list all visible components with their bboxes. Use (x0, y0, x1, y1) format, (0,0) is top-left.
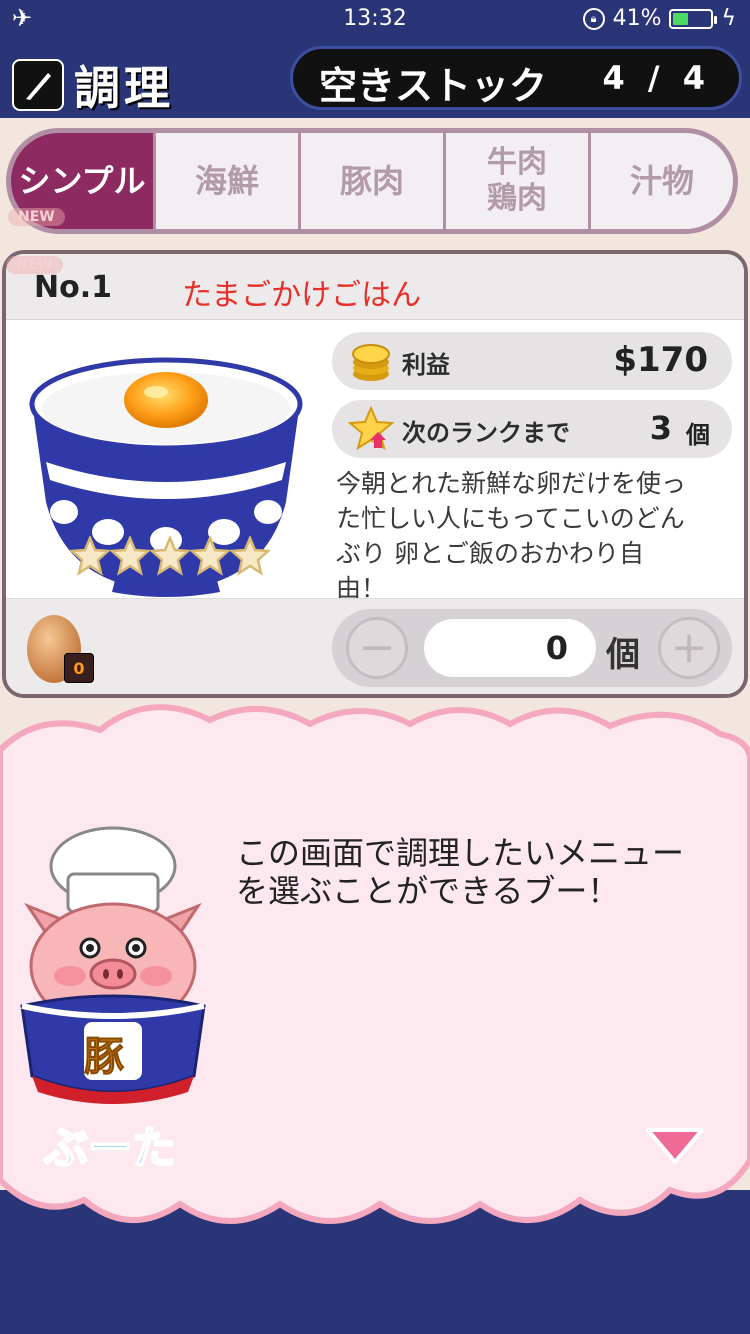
tab-label: シンプル (18, 162, 146, 200)
profit-value: $170 (613, 340, 708, 380)
coins-icon (352, 344, 390, 381)
battery-icon (669, 8, 718, 29)
star-rating (70, 536, 270, 576)
page-title: 調理 (74, 61, 174, 115)
plus-button[interactable]: + (658, 617, 720, 679)
quantity-stepper: − 個 + (332, 609, 732, 687)
app-header: ✈ 13:32 🔒︎ 41% ϟ 調理 空きストック 4 / 4 (0, 0, 750, 118)
pig-badge-text: 豚 (84, 1034, 125, 1081)
tab-label: 牛肉 鶏肉 (487, 145, 547, 216)
recipe-header: No.1 たまごかけごはん (6, 254, 744, 320)
next-arrow-icon[interactable] (644, 1126, 706, 1166)
speaker-name: ぶーた (43, 1122, 177, 1175)
stock-count: 4 / 4 (602, 59, 711, 97)
star-icon (110, 536, 150, 576)
tab-beef-chicken[interactable]: 牛肉 鶏肉 (446, 133, 591, 229)
battery-percent: 41% (612, 6, 662, 31)
stock-label: 空きストック (319, 64, 548, 108)
minus-button[interactable]: − (346, 617, 408, 679)
rank-unit: 個 (686, 421, 710, 449)
charging-icon: ϟ (721, 6, 736, 31)
new-badge: NEW (8, 208, 65, 226)
quantity-input[interactable] (424, 619, 596, 677)
dialog-text: この画面で調理したいメニュー を選ぶことができるブー！ (236, 834, 685, 910)
profit-pill: 利益 $170 (332, 332, 732, 390)
stock-indicator: 空きストック 4 / 4 (290, 46, 742, 110)
tab-label: 豚肉 (339, 162, 404, 200)
profit-label: 利益 (402, 351, 450, 379)
status-bar: ✈ 13:32 🔒︎ 41% ϟ (0, 0, 750, 40)
star-icon (150, 536, 190, 576)
star-icon (230, 536, 270, 576)
rank-up-star-icon (348, 406, 394, 451)
rank-pill: 次のランクまで 3 個 (332, 400, 732, 458)
star-icon (190, 536, 230, 576)
star-icon (70, 536, 110, 576)
tab-label: 汁物 (629, 162, 694, 200)
recipe-card[interactable]: No.1 たまごかけごはん 利益 $170 次のランクまで 3 個 今朝とれた新… (2, 250, 748, 698)
new-badge: NEW (6, 256, 63, 274)
recipe-number: No.1 (34, 270, 112, 305)
recipe-footer: 0 − 個 + (6, 598, 744, 694)
category-tabs: シンプル 海鮮 豚肉 牛肉 鶏肉 汁物 (6, 128, 738, 234)
ingredient-count-badge: 0 (64, 653, 94, 683)
tab-seafood[interactable]: 海鮮 (156, 133, 301, 229)
tab-pork[interactable]: 豚肉 (301, 133, 446, 229)
tab-soup[interactable]: 汁物 (591, 133, 733, 229)
recipe-description: 今朝とれた新鮮な卵だけを使っ た忙しい人にもってこいのどん ぶり 卵とご飯のおか… (336, 469, 687, 603)
knife-icon (12, 59, 64, 111)
quantity-unit: 個 (606, 635, 640, 675)
rank-label: 次のランクまで (402, 419, 570, 447)
recipe-name: たまごかけごはん (182, 278, 422, 313)
tab-label: 海鮮 (194, 162, 259, 200)
rank-value: 3 (649, 409, 672, 447)
orientation-lock-icon: 🔒︎ (582, 7, 605, 30)
